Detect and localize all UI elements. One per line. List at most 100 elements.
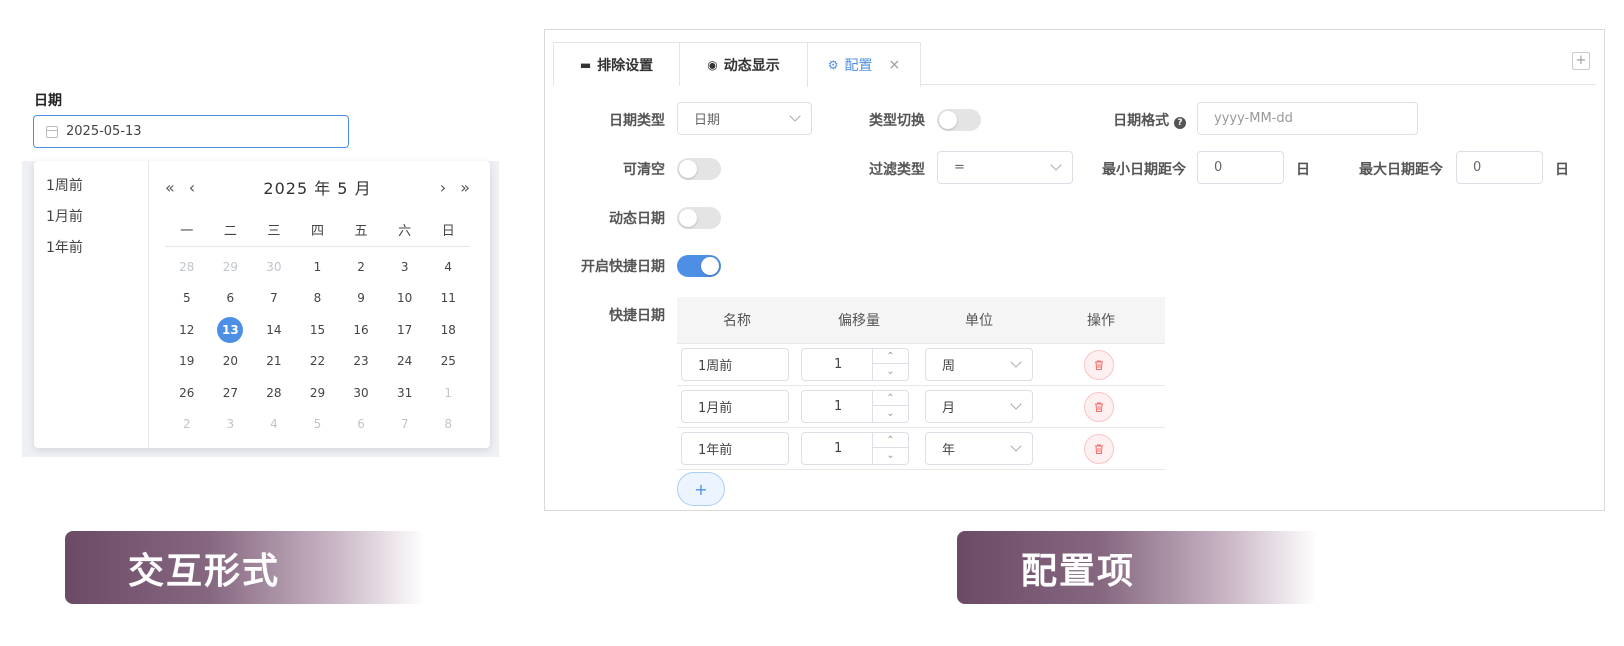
filter-type-label: 过滤类型 [869, 162, 925, 178]
day-cell[interactable]: 5 [165, 283, 209, 315]
close-icon[interactable]: × [889, 57, 901, 73]
tab-dynamic-display[interactable]: ◉ 动态显示 [679, 42, 808, 86]
dynamic-date-toggle[interactable] [677, 207, 721, 229]
clearable-toggle[interactable] [677, 158, 721, 180]
day-cell[interactable]: 8 [296, 283, 340, 315]
max-days-input[interactable]: 0 [1456, 151, 1543, 184]
min-days-input[interactable]: 0 [1197, 151, 1284, 184]
day-cell[interactable]: 28 [165, 251, 209, 283]
day-cell[interactable]: 15 [296, 314, 340, 346]
day-cell[interactable]: 25 [426, 346, 470, 378]
day-cell[interactable]: 30 [339, 377, 383, 409]
day-cell[interactable]: 1 [296, 251, 340, 283]
day-cell[interactable]: 4 [426, 251, 470, 283]
day-cell[interactable]: 21 [252, 346, 296, 378]
table-row: 1年前 1 ⌃ ⌄ 年 [677, 428, 1165, 470]
day-number: 21 [266, 354, 282, 369]
day-cell[interactable]: 4 [252, 409, 296, 441]
stepper-down-icon[interactable]: ⌄ [873, 406, 908, 421]
day-cell[interactable]: 20 [209, 346, 253, 378]
day-cell[interactable]: 17 [383, 314, 427, 346]
next-month-button[interactable]: › [440, 178, 446, 197]
day-cell[interactable]: 8 [426, 409, 470, 441]
day-number: 10 [396, 291, 413, 306]
shortcut-item[interactable]: 1周前 [34, 171, 148, 202]
stepper-up-icon[interactable]: ⌃ [873, 391, 908, 406]
prev-month-button[interactable]: ‹ [189, 178, 195, 197]
tab-label: 动态显示 [723, 57, 780, 74]
day-number: 2 [357, 259, 365, 274]
offset-stepper[interactable]: 1 ⌃ ⌄ [801, 432, 909, 465]
offset-stepper[interactable]: 1 ⌃ ⌄ [801, 348, 909, 381]
day-cell[interactable]: 1 [426, 377, 470, 409]
quick-date-enabled-toggle[interactable] [677, 255, 721, 277]
shortcut-item[interactable]: 1年前 [34, 233, 148, 264]
day-cell[interactable]: 28 [252, 377, 296, 409]
day-cell[interactable]: 9 [339, 283, 383, 315]
day-cell[interactable]: 27 [209, 377, 253, 409]
day-cell[interactable]: 11 [426, 283, 470, 315]
date-format-input[interactable]: yyyy-MM-dd [1197, 102, 1418, 135]
day-cell[interactable]: 12 [165, 314, 209, 346]
day-cell[interactable]: 29 [209, 251, 253, 283]
stepper-down-icon[interactable]: ⌄ [873, 448, 908, 463]
table-header: 名称 偏移量 单位 操作 [677, 297, 1165, 344]
stepper-up-icon[interactable]: ⌃ [873, 349, 908, 364]
day-cell[interactable]: 24 [383, 346, 427, 378]
delete-row-button[interactable] [1084, 434, 1114, 464]
tab-exclude-settings[interactable]: ▬ 排除设置 [553, 42, 680, 86]
name-input[interactable]: 1月前 [681, 390, 789, 423]
name-input[interactable]: 1周前 [681, 348, 789, 381]
day-cell[interactable]: 6 [339, 409, 383, 441]
day-cell[interactable]: 2 [339, 251, 383, 283]
day-cell[interactable]: 5 [296, 409, 340, 441]
day-cell[interactable]: 16 [339, 314, 383, 346]
day-number: 5 [313, 417, 322, 432]
day-number: 29 [222, 259, 238, 274]
type-switch-toggle[interactable] [937, 109, 981, 131]
delete-row-button[interactable] [1084, 392, 1114, 422]
day-cell[interactable]: 22 [296, 346, 340, 378]
day-cell[interactable]: 7 [383, 409, 427, 441]
day-cell[interactable]: 23 [339, 346, 383, 378]
name-input[interactable]: 1年前 [681, 432, 789, 465]
day-number: 2 [182, 417, 191, 432]
day-cell[interactable]: 31 [383, 377, 427, 409]
unit-select[interactable]: 周 [925, 348, 1033, 381]
add-quick-date-button[interactable]: + [677, 472, 725, 506]
offset-value: 1 [834, 441, 843, 456]
dynamic-date-label: 动态日期 [609, 211, 665, 227]
unit-select[interactable]: 年 [925, 432, 1033, 465]
day-cell[interactable]: 3 [383, 251, 427, 283]
shortcut-item[interactable]: 1月前 [34, 202, 148, 233]
next-year-button[interactable]: » [460, 178, 470, 197]
day-cell[interactable]: 2 [165, 409, 209, 441]
day-cell[interactable]: 10 [383, 283, 427, 315]
offset-stepper[interactable]: 1 ⌃ ⌄ [801, 390, 909, 423]
day-cell[interactable]: 30 [252, 251, 296, 283]
day-cell[interactable]: 18 [426, 314, 470, 346]
delete-row-button[interactable] [1084, 350, 1114, 380]
prev-year-button[interactable]: « [165, 178, 175, 197]
day-cell[interactable]: 3 [209, 409, 253, 441]
day-cell[interactable]: 7 [252, 283, 296, 315]
filter-type-select[interactable]: = [937, 151, 1073, 184]
quick-date-enabled-label: 开启快捷日期 [581, 259, 665, 275]
date-input[interactable]: 2025-05-13 [33, 115, 349, 148]
day-cell[interactable]: 6 [209, 283, 253, 315]
column-header: 偏移量 [838, 313, 880, 329]
unit-select[interactable]: 月 [925, 390, 1033, 423]
stepper-down-icon[interactable]: ⌄ [873, 364, 908, 379]
date-type-select[interactable]: 日期 [677, 102, 812, 135]
day-number: 5 [182, 291, 191, 306]
type-switch-label: 类型切换 [869, 113, 925, 129]
stepper-up-icon[interactable]: ⌃ [873, 433, 908, 448]
tab-config[interactable]: ⚙ 配置 × [807, 42, 921, 87]
add-tab-button[interactable]: + [1572, 52, 1590, 70]
day-cell[interactable]: 29 [296, 377, 340, 409]
weekday-label: 三 [267, 224, 281, 239]
day-cell[interactable]: 19 [165, 346, 209, 378]
selected-day-cell[interactable]: 13 [209, 314, 253, 346]
day-cell[interactable]: 26 [165, 377, 209, 409]
day-cell[interactable]: 14 [252, 314, 296, 346]
